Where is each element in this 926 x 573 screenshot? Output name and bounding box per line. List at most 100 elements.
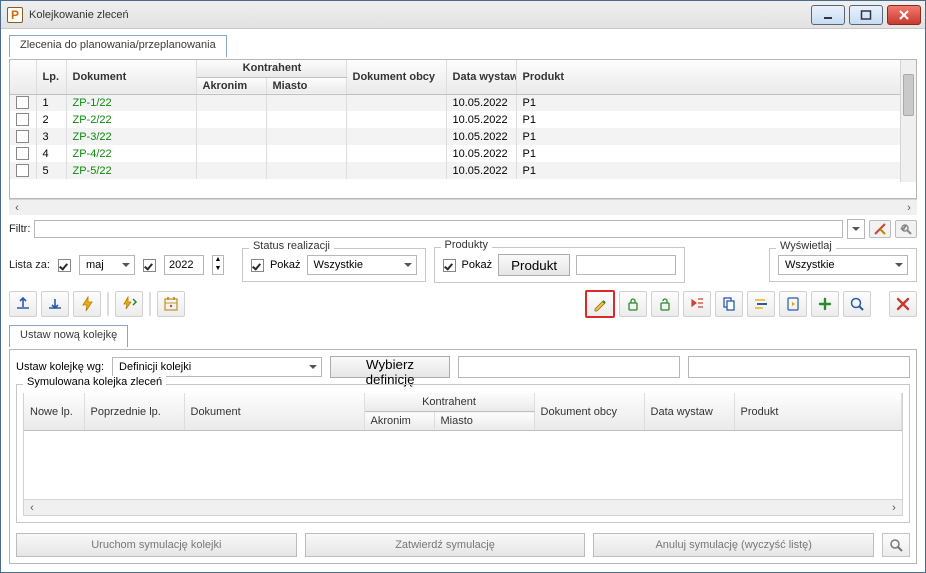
- status-legend: Status realizacji: [249, 240, 334, 252]
- tab-orders-to-plan[interactable]: Zlecenia do planowania/przeplanowania: [9, 35, 227, 57]
- flash-arrow-icon[interactable]: [115, 291, 143, 317]
- sim-col-data[interactable]: Data wystaw: [644, 393, 734, 431]
- sim-col-nowe-lp[interactable]: Nowe lp.: [24, 393, 84, 431]
- lock-icon[interactable]: [619, 291, 647, 317]
- cell-produkt: P1: [516, 145, 915, 162]
- product-button[interactable]: Produkt: [498, 254, 570, 276]
- maximize-button[interactable]: [849, 5, 883, 25]
- import-icon[interactable]: [41, 291, 69, 317]
- cell-produkt: P1: [516, 111, 915, 128]
- approve-simulation-button[interactable]: Zatwierdź symulację: [305, 533, 586, 557]
- outdent-icon[interactable]: [683, 291, 711, 317]
- cell-akronim: [196, 145, 266, 162]
- play-icon[interactable]: [779, 291, 807, 317]
- cell-dok-obcy: [346, 111, 446, 128]
- filter-input[interactable]: [34, 220, 843, 238]
- col-akronim[interactable]: Akronim: [196, 77, 266, 94]
- year-checkbox[interactable]: [143, 259, 156, 272]
- col-kontrahent[interactable]: Kontrahent: [196, 60, 346, 77]
- cell-lp: 5: [36, 162, 66, 179]
- cell-dok-obcy: [346, 128, 446, 145]
- sim-col-dokument[interactable]: Dokument: [184, 393, 364, 431]
- cell-miasto: [266, 94, 346, 111]
- col-produkt[interactable]: Produkt: [516, 60, 915, 94]
- copy-icon[interactable]: [715, 291, 743, 317]
- col-miasto[interactable]: Miasto: [266, 77, 346, 94]
- row-checkbox[interactable]: [16, 96, 29, 109]
- cell-data: 10.05.2022: [446, 162, 516, 179]
- month-checkbox[interactable]: [58, 259, 71, 272]
- product-input[interactable]: [576, 255, 676, 275]
- sim-horizontal-scrollbar[interactable]: ‹›: [24, 499, 902, 515]
- gantt-icon[interactable]: [747, 291, 775, 317]
- cell-dokument[interactable]: ZP-1/22: [66, 94, 196, 111]
- app-icon: P: [7, 7, 23, 23]
- tab-set-new-queue[interactable]: Ustaw nową kolejkę: [9, 325, 128, 347]
- sim-col-produkt[interactable]: Produkt: [734, 393, 901, 431]
- cell-data: 10.05.2022: [446, 128, 516, 145]
- export-icon[interactable]: [9, 291, 37, 317]
- delete-icon[interactable]: [889, 291, 917, 317]
- definition-input-2[interactable]: [688, 356, 910, 378]
- horizontal-scrollbar[interactable]: ‹›: [9, 199, 917, 215]
- queue-definition-select[interactable]: Definicji kolejki: [112, 357, 322, 377]
- sim-col-dok-obcy[interactable]: Dokument obcy: [534, 393, 644, 431]
- choose-definition-button[interactable]: Wybierz definicję: [330, 356, 450, 378]
- col-lp[interactable]: Lp.: [36, 60, 66, 94]
- sim-col-miasto[interactable]: Miasto: [434, 412, 534, 431]
- unlock-icon[interactable]: [651, 291, 679, 317]
- minimize-button[interactable]: [811, 5, 845, 25]
- row-checkbox[interactable]: [16, 147, 29, 160]
- col-dokument-obcy[interactable]: Dokument obcy: [346, 60, 446, 94]
- row-checkbox[interactable]: [16, 164, 29, 177]
- table-row[interactable]: 1ZP-1/2210.05.2022P1: [10, 94, 916, 111]
- table-row[interactable]: 5ZP-5/22 10.05.2022P1: [10, 162, 916, 179]
- construct-filter-button[interactable]: [869, 220, 891, 238]
- status-show-checkbox[interactable]: [251, 259, 264, 272]
- table-row[interactable]: 3ZP-3/2210.05.2022P1: [10, 128, 916, 145]
- sim-grid[interactable]: Nowe lp. Poprzednie lp. Dokument Kontrah…: [23, 393, 903, 516]
- cell-dokument[interactable]: ZP-4/22: [66, 145, 196, 162]
- row-checkbox[interactable]: [16, 113, 29, 126]
- calendar-icon[interactable]: [157, 291, 185, 317]
- col-data-wystaw[interactable]: Data wystaw: [446, 60, 516, 94]
- products-show-checkbox[interactable]: [443, 259, 456, 272]
- products-show-label: Pokaż: [462, 259, 493, 271]
- add-icon[interactable]: [811, 291, 839, 317]
- cell-dokument[interactable]: ZP-5/22: [66, 162, 196, 179]
- cell-dok-obcy: [346, 145, 446, 162]
- run-simulation-button[interactable]: Uruchom symulację kolejki: [16, 533, 297, 557]
- status-select[interactable]: Wszystkie: [307, 255, 417, 275]
- year-input[interactable]: [164, 255, 204, 275]
- titlebar: P Kolejkowanie zleceń: [1, 1, 925, 29]
- clear-filter-button[interactable]: [895, 220, 917, 238]
- sim-col-kontrahent[interactable]: Kontrahent: [364, 393, 534, 412]
- cell-dokument[interactable]: ZP-3/22: [66, 128, 196, 145]
- cell-dokument[interactable]: ZP-2/22: [66, 111, 196, 128]
- row-checkbox[interactable]: [16, 130, 29, 143]
- search-button[interactable]: [882, 533, 910, 557]
- sim-col-akronim[interactable]: Akronim: [364, 412, 434, 431]
- table-row[interactable]: 2ZP-2/2210.05.2022P1: [10, 111, 916, 128]
- cell-produkt: P1: [516, 162, 915, 179]
- cell-produkt: P1: [516, 128, 915, 145]
- cell-lp: 2: [36, 111, 66, 128]
- sim-col-poprz-lp[interactable]: Poprzednie lp.: [84, 393, 184, 431]
- orders-grid[interactable]: Lp. Dokument Kontrahent Dokument obcy Da…: [9, 59, 917, 199]
- zoom-icon[interactable]: [843, 291, 871, 317]
- filter-history-dropdown[interactable]: [847, 219, 865, 239]
- year-spinner[interactable]: ▲▼: [212, 255, 224, 275]
- vertical-scrollbar[interactable]: [900, 60, 916, 182]
- table-row[interactable]: 4ZP-4/2210.05.2022P1: [10, 145, 916, 162]
- cell-akronim: [196, 94, 266, 111]
- status-show-label: Pokaż: [270, 259, 301, 271]
- cancel-simulation-button[interactable]: Anuluj symulację (wyczyść listę): [593, 533, 874, 557]
- edit-highlighted-icon[interactable]: [585, 290, 615, 318]
- definition-input-1[interactable]: [458, 356, 680, 378]
- flash-icon[interactable]: [73, 291, 101, 317]
- close-button[interactable]: [887, 5, 921, 25]
- cell-dok-obcy: [346, 162, 446, 179]
- display-select[interactable]: Wszystkie: [778, 255, 908, 275]
- col-dokument[interactable]: Dokument: [66, 60, 196, 94]
- month-select[interactable]: maj: [79, 255, 135, 275]
